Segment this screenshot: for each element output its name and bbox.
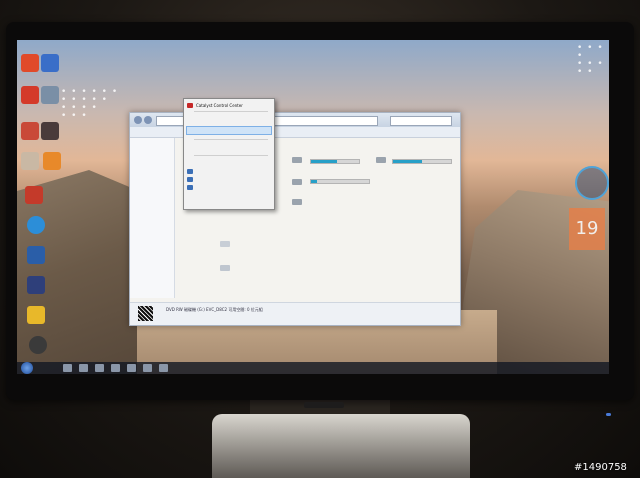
desktop-icon-14[interactable] <box>29 336 47 354</box>
menu-item-icon <box>187 169 193 174</box>
desktop-icon-9[interactable] <box>25 186 43 204</box>
desktop-icon-2[interactable] <box>41 54 59 72</box>
drive-usage-bar <box>392 159 452 164</box>
drive-icon[interactable] <box>292 179 302 185</box>
wallpaper-dot-pattern-right: • • • • • • • • • <box>577 43 604 77</box>
desktop-icon-6[interactable] <box>41 122 59 140</box>
power-led <box>606 413 611 416</box>
drive-icon[interactable] <box>292 199 302 205</box>
menu-separator <box>194 139 268 140</box>
monitor-logo <box>304 402 344 408</box>
clock-gadget[interactable] <box>575 166 609 200</box>
drive-usage-fill <box>311 160 338 163</box>
details-text: DVD RW 磁碟機 (G:) EVC_D8C2 可用空間: 0 位元組 <box>166 307 263 312</box>
forward-button[interactable] <box>144 116 152 124</box>
taskbar-item[interactable] <box>63 364 72 372</box>
desktop-icon-4[interactable] <box>41 86 59 104</box>
menu-separator <box>194 111 268 112</box>
monitor-stand-base <box>212 414 470 478</box>
calendar-gadget[interactable]: 19 <box>569 208 605 250</box>
menu-item-icon <box>187 177 193 182</box>
taskbar-item[interactable] <box>95 364 104 372</box>
drive-usage-fill <box>393 160 422 163</box>
desktop-icon-7[interactable] <box>21 152 39 170</box>
monitor-screen: • • • • • • • • • • • • • • • • • • • • • •… <box>17 40 609 374</box>
back-button[interactable] <box>134 116 142 124</box>
drive-usage-fill <box>311 180 317 183</box>
navigation-pane[interactable] <box>130 138 175 298</box>
search-box[interactable] <box>390 116 452 126</box>
firefox-desktop-icon[interactable] <box>21 54 39 72</box>
start-button[interactable] <box>21 362 33 374</box>
drive-icon[interactable] <box>292 157 302 163</box>
wallpaper-dot-pattern: • • • • • • • • • • • • • • • • • • <box>61 87 119 121</box>
explorer-window[interactable]: DVD RW 磁碟機 (G:) EVC_D8C2 可用空間: 0 位元組 <box>129 112 461 326</box>
removable-drive-icon[interactable] <box>220 265 230 271</box>
desktop-icon-13[interactable] <box>27 306 45 324</box>
optical-drive-icon[interactable] <box>220 241 230 247</box>
explorer-toolbar <box>130 127 460 138</box>
ati-icon <box>187 103 193 108</box>
desktop-icon-8[interactable] <box>43 152 61 170</box>
drive-thumbnail <box>138 306 153 321</box>
details-pane: DVD RW 磁碟機 (G:) EVC_D8C2 可用空間: 0 位元組 <box>130 302 460 325</box>
desktop-icon-3[interactable] <box>21 86 39 104</box>
menu-highlight[interactable] <box>186 126 272 135</box>
context-menu-title[interactable]: Catalyst Control Center <box>196 103 243 108</box>
drive-usage-bar <box>310 179 370 184</box>
taskbar-item[interactable] <box>79 364 88 372</box>
taskbar-item[interactable] <box>111 364 120 372</box>
menu-item-icon <box>187 185 193 190</box>
skype-desktop-icon[interactable] <box>27 216 45 234</box>
taskbar-item[interactable] <box>127 364 136 372</box>
taskbar <box>17 362 609 374</box>
drive-icon[interactable] <box>376 157 386 163</box>
drive-usage-bar <box>310 159 360 164</box>
desktop-icon-5[interactable] <box>21 122 39 140</box>
taskbar-item[interactable] <box>159 364 168 372</box>
menu-separator <box>194 155 268 156</box>
taskbar-item[interactable] <box>143 364 152 372</box>
desktop-icon-12[interactable] <box>27 276 45 294</box>
explorer-titlebar[interactable] <box>130 113 460 127</box>
desktop-icon-11[interactable] <box>27 246 45 264</box>
context-menu[interactable]: Catalyst Control Center <box>183 98 275 210</box>
watermark: #1490758 <box>574 462 627 473</box>
